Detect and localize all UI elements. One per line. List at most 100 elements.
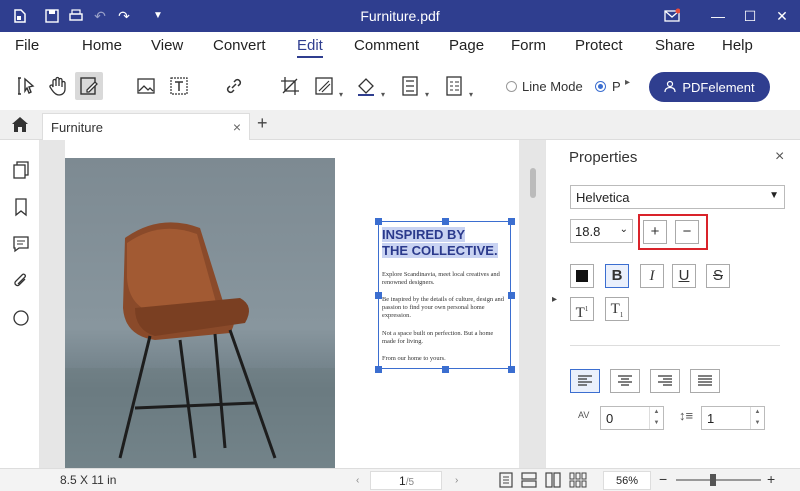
resize-handle-bl[interactable] [375, 366, 382, 373]
line-spacing-stepper[interactable]: ▲ ▼ [750, 407, 764, 429]
close-window-icon[interactable]: ✕ [774, 8, 790, 24]
bookmark-icon[interactable] [11, 197, 31, 217]
minimize-icon[interactable]: — [710, 8, 726, 24]
properties-close-icon[interactable]: × [775, 148, 784, 166]
text-color-button[interactable] [570, 264, 594, 288]
subscript-button[interactable]: T1 [605, 297, 629, 321]
menu-share[interactable]: Share [655, 37, 695, 54]
body-paragraph-3[interactable]: Not a space built on perfection. But a h… [382, 330, 508, 346]
menu-file[interactable]: File [15, 37, 39, 54]
background-dropdown-icon[interactable]: ▾ [381, 90, 385, 99]
menu-convert[interactable]: Convert [213, 37, 266, 54]
menu-view[interactable]: View [151, 37, 183, 54]
user-icon [664, 80, 676, 95]
superscript-glyph: T [575, 305, 585, 321]
resize-handle-ml[interactable] [375, 292, 382, 299]
align-center-button[interactable] [610, 369, 640, 393]
char-spacing-input[interactable]: 0 ▲ ▼ [600, 406, 664, 430]
line-spacing-input[interactable]: 1 ▲ ▼ [701, 406, 765, 430]
menu-protect[interactable]: Protect [575, 37, 623, 54]
toolbar-overflow-icon[interactable]: ▸ [625, 77, 630, 88]
watermark-icon[interactable] [310, 72, 338, 100]
thumbnails-icon[interactable] [11, 160, 31, 180]
crop-icon[interactable] [276, 72, 304, 100]
italic-button[interactable]: I [640, 264, 664, 288]
decrease-font-size-button[interactable]: − [675, 220, 699, 244]
resize-handle-bc[interactable] [442, 366, 449, 373]
continuous-view-icon[interactable] [521, 472, 537, 491]
collapse-right-panel-icon[interactable]: ▸ [552, 294, 557, 305]
add-text-icon[interactable] [165, 72, 193, 100]
thumbnail-grid-view-icon[interactable] [569, 472, 587, 491]
menu-page[interactable]: Page [449, 37, 484, 54]
menu-comment[interactable]: Comment [354, 37, 419, 54]
menu-help[interactable]: Help [722, 37, 753, 54]
font-size-select[interactable]: 18.8 ⌄ [570, 219, 633, 243]
headline-line-2: THE COLLECTIVE. [382, 243, 498, 258]
increase-font-size-button[interactable]: + [643, 220, 667, 244]
bates-number-icon[interactable] [440, 72, 468, 100]
comment-icon[interactable] [11, 234, 31, 254]
font-family-select[interactable]: Helvetica ▼ [570, 185, 785, 209]
hand-tool-icon[interactable] [44, 72, 72, 100]
tab-furniture[interactable]: Furniture × [42, 113, 250, 140]
resize-handle-tr[interactable] [508, 218, 515, 225]
body-paragraph-2[interactable]: Be inspired by the details of culture, d… [382, 296, 508, 320]
two-page-view-icon[interactable] [545, 472, 561, 491]
zoom-in-icon[interactable]: + [767, 471, 775, 487]
resize-handle-br[interactable] [508, 366, 515, 373]
pdf-page[interactable]: INSPIRED BY THE COLLECTIVE. Explore Scan… [65, 140, 519, 468]
align-center-icon [618, 375, 632, 386]
resize-handle-mr[interactable] [508, 292, 515, 299]
align-right-button[interactable] [650, 369, 680, 393]
pdfelement-button[interactable]: PDFelement [649, 72, 770, 102]
superscript-button[interactable]: T1 [570, 297, 594, 321]
header-footer-icon[interactable] [396, 72, 424, 100]
new-tab-icon[interactable]: + [257, 113, 268, 134]
menu-home[interactable]: Home [82, 37, 122, 54]
paragraph-mode-radio[interactable] [595, 81, 606, 92]
watermark-dropdown-icon[interactable]: ▾ [339, 90, 343, 99]
menu-form[interactable]: Form [511, 37, 546, 54]
zoom-level-input[interactable]: 56% [603, 471, 651, 490]
body-paragraph-1[interactable]: Explore Scandinavia, meet local creative… [382, 271, 508, 287]
menu-edit[interactable]: Edit [297, 37, 323, 58]
mail-icon[interactable] [664, 8, 681, 24]
page-number-input[interactable]: 1/5 [370, 471, 442, 490]
chair-photo[interactable] [65, 158, 335, 468]
zoom-slider-track[interactable] [676, 474, 761, 486]
headline-line-1: INSPIRED BY [382, 227, 466, 242]
search-icon[interactable] [11, 308, 31, 328]
add-image-icon[interactable] [132, 72, 160, 100]
select-tool-icon[interactable] [12, 72, 40, 100]
single-page-view-icon[interactable] [499, 472, 513, 491]
attachment-icon[interactable] [11, 271, 31, 291]
strikethrough-button[interactable]: S [706, 264, 730, 288]
line-mode-radio[interactable] [506, 81, 517, 92]
header-footer-dropdown-icon[interactable]: ▾ [425, 90, 429, 99]
document-viewport[interactable]: INSPIRED BY THE COLLECTIVE. Explore Scan… [40, 140, 545, 468]
resize-handle-tc[interactable] [442, 218, 449, 225]
next-page-icon[interactable]: › [455, 475, 458, 486]
properties-title: Properties [569, 149, 638, 166]
zoom-out-icon[interactable]: − [659, 471, 667, 487]
prev-page-icon[interactable]: ‹ [356, 475, 359, 486]
headline-text[interactable]: INSPIRED BY THE COLLECTIVE. [382, 227, 498, 259]
edit-text-tool-icon[interactable] [75, 72, 103, 100]
char-spacing-stepper[interactable]: ▲ ▼ [649, 407, 663, 429]
align-left-button[interactable] [570, 369, 600, 393]
vertical-scrollbar[interactable] [530, 168, 536, 198]
body-paragraph-4[interactable]: From our home to yours. [382, 355, 508, 363]
tab-close-icon[interactable]: × [233, 119, 241, 135]
zoom-slider-thumb[interactable] [710, 474, 716, 486]
selected-text-box[interactable]: INSPIRED BY THE COLLECTIVE. Explore Scan… [375, 218, 515, 373]
background-icon[interactable] [352, 72, 380, 100]
resize-handle-tl[interactable] [375, 218, 382, 225]
underline-button[interactable]: U [672, 264, 696, 288]
link-icon[interactable] [220, 72, 248, 100]
bates-dropdown-icon[interactable]: ▾ [469, 90, 473, 99]
maximize-icon[interactable]: ☐ [742, 8, 758, 24]
align-justify-button[interactable] [690, 369, 720, 393]
home-icon[interactable] [11, 116, 29, 136]
bold-button[interactable]: B [605, 264, 629, 288]
